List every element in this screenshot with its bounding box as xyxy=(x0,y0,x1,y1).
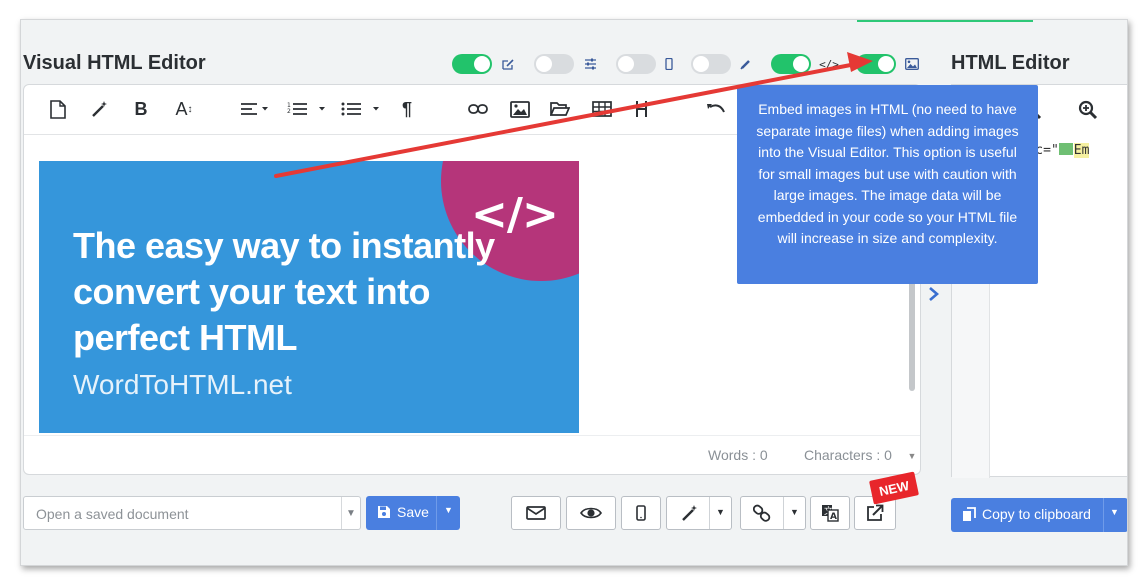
status-bar: Words : 0 Characters : 0 xyxy=(24,435,920,474)
copy-icon xyxy=(962,507,976,525)
split-divider xyxy=(709,497,710,529)
pencil-icon xyxy=(738,56,754,72)
split-divider xyxy=(1103,498,1104,532)
html-editor-title: HTML Editor xyxy=(951,52,1070,74)
undo-button[interactable] xyxy=(704,97,728,121)
embed-images-toggle[interactable] xyxy=(856,54,896,74)
bullet-list-dropdown[interactable] xyxy=(340,97,384,121)
font-size-sub: ↕ xyxy=(187,103,193,115)
open-folder-button[interactable] xyxy=(548,97,572,121)
banner-headline: The easy way to instantly convert your t… xyxy=(73,225,495,358)
save-button[interactable]: Save ▼ xyxy=(366,496,460,530)
new-badge: NEW xyxy=(869,471,919,505)
email-button[interactable] xyxy=(511,496,561,530)
code-snippet-suffix: Em xyxy=(1073,143,1090,158)
chevron-down-icon[interactable]: ▼ xyxy=(341,497,360,529)
mobile-preview-button[interactable] xyxy=(621,496,661,530)
pencil-toggle[interactable] xyxy=(691,54,731,74)
code-toggle[interactable] xyxy=(771,54,811,74)
paragraph-button[interactable]: ¶ xyxy=(396,97,418,121)
character-count: Characters : 0 xyxy=(804,447,892,463)
edit-icon xyxy=(500,56,516,72)
embed-images-tooltip: Embed images in HTML (no need to have se… xyxy=(737,85,1038,284)
code-icon: </> xyxy=(819,57,839,71)
preview-button[interactable] xyxy=(566,496,616,530)
align-dropdown[interactable] xyxy=(238,97,272,121)
svg-text:2: 2 xyxy=(287,108,291,115)
app-window: Visual HTML Editor HTML Editor </> B A↕ xyxy=(20,19,1128,566)
table-button[interactable] xyxy=(590,97,614,121)
link-button[interactable] xyxy=(466,97,490,121)
svg-text:A: A xyxy=(830,512,837,522)
new-document-button[interactable] xyxy=(46,97,70,121)
clean-html-button[interactable]: ▼ xyxy=(666,496,732,530)
ordered-list-dropdown[interactable]: 12 xyxy=(286,97,330,121)
zoom-in-icon[interactable] xyxy=(1078,100,1098,125)
font-size-label: A xyxy=(175,98,188,119)
saved-document-placeholder: Open a saved document xyxy=(36,506,189,522)
image-icon xyxy=(1058,143,1073,155)
copy-dropdown-caret[interactable]: ▼ xyxy=(1110,507,1119,517)
copy-label: Copy to clipboard xyxy=(982,506,1091,522)
chevron-right-icon[interactable] xyxy=(928,286,940,307)
chevron-down-icon[interactable]: ▼ xyxy=(790,507,799,517)
save-dropdown-caret[interactable]: ▼ xyxy=(444,505,453,515)
settings-toggle[interactable] xyxy=(534,54,574,74)
split-divider xyxy=(436,496,437,530)
copy-to-clipboard-button[interactable]: Copy to clipboard ▼ xyxy=(951,498,1127,532)
save-label: Save xyxy=(397,504,429,520)
edit-mode-toggle[interactable] xyxy=(452,54,492,74)
split-divider xyxy=(783,497,784,529)
banner-site: WordToHTML.net xyxy=(73,369,292,400)
magic-wand-button[interactable] xyxy=(88,97,112,121)
mobile-toggle[interactable] xyxy=(616,54,656,74)
horizontal-rule-button[interactable] xyxy=(630,97,654,121)
word-count: Words : 0 xyxy=(708,447,768,463)
top-accent-bar xyxy=(857,20,1033,22)
banner-image[interactable]: </> The easy way to instantly convert yo… xyxy=(39,161,579,433)
font-size-button[interactable]: A ↕ xyxy=(172,97,196,121)
links-button[interactable]: ▼ xyxy=(740,496,806,530)
translate-button[interactable]: 文A xyxy=(810,496,850,530)
bold-button[interactable]: B xyxy=(130,97,152,121)
insert-image-button[interactable] xyxy=(508,97,532,121)
sliders-icon xyxy=(582,56,598,72)
image-icon xyxy=(904,56,920,72)
visual-editor-title: Visual HTML Editor xyxy=(23,52,206,74)
floppy-icon xyxy=(377,505,391,522)
chevron-down-icon[interactable]: ▼ xyxy=(716,507,725,517)
mobile-icon xyxy=(661,56,677,72)
saved-document-select[interactable]: Open a saved document ▼ xyxy=(23,496,361,530)
